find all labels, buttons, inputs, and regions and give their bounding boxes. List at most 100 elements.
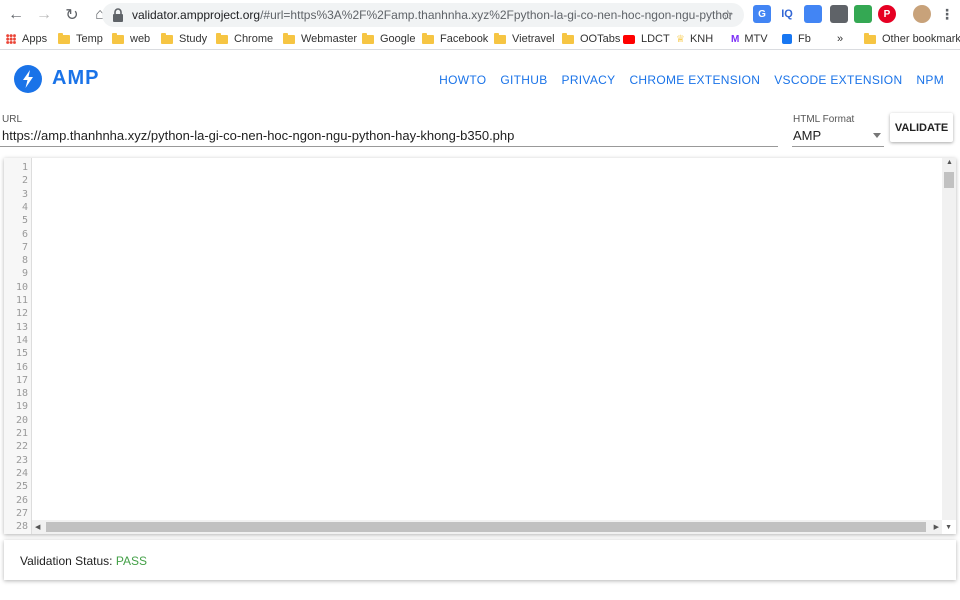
validate-button[interactable]: VALIDATE — [890, 113, 953, 142]
address-bar[interactable]: validator.ampproject.org/#url=https%3A%2… — [102, 3, 744, 27]
reload-icon[interactable]: ↻ — [60, 3, 84, 27]
line-number: 20 — [15, 414, 28, 426]
format-select[interactable]: AMP — [793, 128, 821, 143]
folder-icon — [283, 32, 295, 44]
bookmark-other[interactable]: Other bookmarks — [864, 32, 960, 45]
vertical-scroll-thumb[interactable] — [944, 172, 954, 188]
folder-icon — [362, 32, 374, 44]
line-number: 6 — [21, 228, 28, 240]
bookmarks-overflow-button[interactable]: » — [837, 33, 843, 45]
apps-grid-icon — [6, 34, 16, 44]
line-number: 22 — [15, 441, 28, 453]
iq-extension-icon[interactable]: IQ — [778, 5, 796, 23]
line-number: 7 — [21, 241, 28, 253]
extension-icon[interactable] — [854, 5, 872, 23]
bookmark-folder[interactable]: Facebook — [422, 32, 488, 45]
dropdown-arrow-icon[interactable] — [873, 133, 881, 138]
lock-icon — [113, 8, 123, 22]
scroll-right-arrow-icon[interactable]: ▶ — [934, 523, 939, 531]
line-number: 4 — [21, 201, 28, 213]
bookmark-folder[interactable]: Temp — [58, 32, 103, 45]
scroll-up-arrow-icon[interactable]: ▲ — [946, 159, 953, 166]
amp-header: AMP HOWTO GITHUB PRIVACY CHROME EXTENSIO… — [0, 51, 960, 107]
amp-lightning-icon[interactable] — [14, 65, 42, 93]
bookmark-folder[interactable]: Vietravel — [494, 32, 555, 45]
folder-icon — [58, 32, 70, 44]
bookmark-folder[interactable]: Webmaster — [283, 32, 357, 45]
bookmark-folder[interactable]: Study — [161, 32, 207, 45]
menu-icon[interactable]: ⋮ — [938, 5, 956, 23]
folder-icon — [216, 32, 228, 44]
nav-howto[interactable]: HOWTO — [439, 73, 486, 87]
folder-icon — [112, 32, 124, 44]
line-number: 25 — [15, 481, 28, 493]
validation-status-value: PASS — [115, 554, 147, 568]
forward-arrow-icon[interactable]: → — [32, 3, 56, 27]
format-label: HTML Format — [793, 114, 855, 125]
pinterest-icon[interactable]: P — [878, 5, 896, 23]
scroll-down-arrow-icon[interactable]: ▼ — [945, 524, 952, 531]
bookmark-knh[interactable]: ♕ KNH — [676, 33, 713, 45]
top-nav: HOWTO GITHUB PRIVACY CHROME EXTENSION VS… — [439, 73, 944, 87]
nav-vscode-extension[interactable]: VSCODE EXTENSION — [774, 73, 902, 87]
line-number: 15 — [15, 348, 28, 360]
translate-extension-icon[interactable]: G — [753, 5, 771, 23]
facebook-icon — [782, 34, 792, 44]
validation-status-label: Validation Status: — [20, 554, 113, 568]
youtube-icon — [623, 34, 635, 44]
format-select-underline — [792, 146, 884, 147]
line-number: 19 — [15, 401, 28, 413]
line-number: 13 — [15, 321, 28, 333]
line-number: 10 — [15, 281, 28, 293]
line-number: 18 — [15, 388, 28, 400]
line-number: 27 — [15, 507, 28, 519]
validation-status: Validation Status: PASS — [20, 554, 147, 568]
bookmark-folder[interactable]: Chrome — [216, 32, 273, 45]
line-number: 12 — [15, 308, 28, 320]
nav-chrome-extension[interactable]: CHROME EXTENSION — [629, 73, 760, 87]
validation-status-panel: Validation Status: PASS — [4, 540, 956, 580]
line-number: 1 — [21, 162, 28, 173]
folder-icon — [422, 32, 434, 44]
bookmark-mtv[interactable]: M MTV — [731, 33, 768, 45]
line-number: 23 — [15, 454, 28, 466]
extension-icon[interactable] — [804, 5, 822, 23]
bookmarks-bar: Apps Temp web Study Chrome Webmaster Goo… — [0, 30, 960, 50]
amp-title[interactable]: AMP — [52, 67, 99, 90]
bookmark-star-icon[interactable]: ☆ — [721, 7, 734, 24]
horizontal-scrollbar[interactable]: ◀ ▶ — [32, 520, 942, 534]
bookmark-folder[interactable]: Google — [362, 32, 415, 45]
url-label: URL — [2, 114, 23, 125]
avatar[interactable] — [913, 5, 931, 23]
line-number: 8 — [21, 255, 28, 267]
line-number: 5 — [21, 215, 28, 227]
mtv-icon: M — [731, 33, 740, 45]
nav-npm[interactable]: NPM — [916, 73, 944, 87]
extension-icon[interactable] — [830, 5, 848, 23]
folder-icon — [562, 32, 574, 44]
vertical-scrollbar[interactable]: ▲ — [942, 158, 956, 520]
crown-icon: ♕ — [676, 33, 685, 45]
bookmark-apps[interactable]: Apps — [6, 33, 47, 45]
nav-privacy[interactable]: PRIVACY — [562, 73, 616, 87]
line-number: 9 — [21, 268, 28, 280]
line-number: 11 — [15, 295, 28, 306]
nav-github[interactable]: GITHUB — [500, 73, 547, 87]
code-editor[interactable]: 1 2 3 4 5 6 7 8 9 10 11 12 13 14 15 16 1… — [4, 158, 956, 534]
folder-icon — [864, 32, 876, 44]
bookmark-folder[interactable]: web — [112, 32, 150, 45]
line-number: 16 — [15, 361, 28, 373]
bookmark-folder[interactable]: OOTabs — [562, 32, 620, 45]
folder-icon — [161, 32, 173, 44]
line-number: 28 — [15, 521, 28, 533]
line-number: 2 — [21, 175, 28, 187]
url-input[interactable]: https://amp.thanhnha.xyz/python-la-gi-co… — [2, 128, 772, 143]
back-arrow-icon[interactable]: ← — [4, 3, 28, 27]
folder-icon — [494, 32, 506, 44]
horizontal-scroll-thumb[interactable] — [46, 522, 926, 532]
line-number: 3 — [21, 188, 28, 200]
scroll-left-arrow-icon[interactable]: ◀ — [35, 523, 40, 531]
line-number: 26 — [15, 494, 28, 506]
bookmark-fb[interactable]: Fb — [782, 33, 811, 45]
bookmark-youtube[interactable]: LDCT — [623, 33, 670, 45]
